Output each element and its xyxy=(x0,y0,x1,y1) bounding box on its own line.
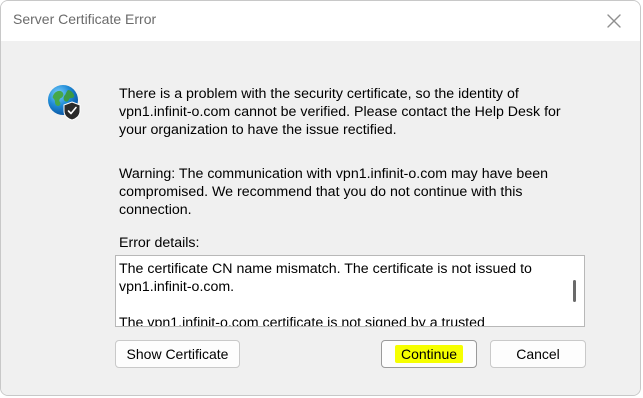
dialog-content: There is a problem with the security cer… xyxy=(1,41,640,395)
title-bar: Server Certificate Error xyxy=(1,1,640,41)
warning-message: Warning: The communication with vpn1.inf… xyxy=(119,166,548,218)
continue-button[interactable]: Continue xyxy=(381,340,477,368)
show-certificate-label: Show Certificate xyxy=(126,346,229,362)
server-certificate-error-dialog: Server Certificate Error There is a prob… xyxy=(0,0,641,396)
error-details-box[interactable]: The certificate CN name mismatch. The ce… xyxy=(115,255,585,327)
cancel-label: Cancel xyxy=(516,346,560,362)
close-icon[interactable] xyxy=(602,9,626,33)
cancel-button[interactable]: Cancel xyxy=(490,340,586,368)
details-scrollbar-thumb[interactable] xyxy=(573,280,576,302)
window-title: Server Certificate Error xyxy=(13,11,157,27)
globe-shield-icon xyxy=(45,82,85,122)
error-details-label: Error details: xyxy=(119,235,200,251)
error-details-text: The certificate CN name mismatch. The ce… xyxy=(119,261,532,327)
continue-label: Continue xyxy=(394,345,464,363)
show-certificate-button[interactable]: Show Certificate xyxy=(115,340,240,368)
primary-message: There is a problem with the security cer… xyxy=(119,86,561,138)
